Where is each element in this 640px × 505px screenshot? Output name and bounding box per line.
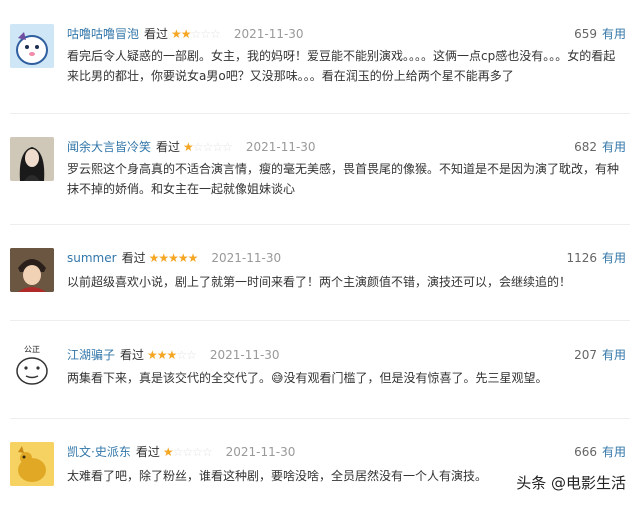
review-date: 2021-11-30 (225, 445, 296, 459)
divider (10, 113, 630, 114)
vote-count: 666 (574, 445, 597, 459)
divider (10, 320, 630, 321)
vote-count: 682 (574, 140, 597, 154)
useful-button[interactable]: 有用 (602, 445, 626, 459)
watermark: 头条 @电影生活 (516, 474, 626, 492)
review-meta: 江湖骗子 看过 ★★★☆☆ 2021-11-30 (67, 348, 280, 362)
useful-button[interactable]: 有用 (602, 27, 626, 41)
review-meta: summer 看过 ★★★★★ 2021-11-30 (67, 251, 281, 265)
useful-button[interactable]: 有用 (602, 251, 626, 265)
user-avatar[interactable] (10, 137, 54, 181)
useful-button[interactable]: 有用 (602, 140, 626, 154)
useful-button[interactable]: 有用 (602, 348, 626, 362)
stars-filled: ★★★ (147, 348, 177, 362)
watch-status: 看过 (135, 445, 160, 459)
star-rating: ★★★☆☆ (147, 348, 197, 362)
divider (10, 224, 630, 225)
divider (10, 418, 630, 419)
review-meta: 凯文·史派东 看过 ★☆☆☆☆ 2021-11-30 (67, 445, 295, 459)
review-text: 罗云熙这个身高真的不适合演言情，瘦的毫无美感，畏首畏尾的像猴。不知道是不是因为演… (67, 162, 620, 196)
review-text: 以前超级喜欢小说，剧上了就第一时间来看了！两个主演颜值不错，演技还可以，会继续追… (67, 275, 572, 289)
user-avatar[interactable]: 公正 (10, 343, 54, 387)
username-link[interactable]: 凯文·史派东 (67, 445, 131, 459)
star-rating: ★★★★★ (148, 251, 199, 265)
vote-count: 659 (574, 27, 597, 41)
review-date: 2021-11-30 (245, 140, 316, 154)
user-avatar[interactable] (10, 24, 54, 68)
stars-filled: ★★ (171, 27, 191, 41)
username-link[interactable]: summer (67, 251, 117, 265)
avatar-caption: 公正 (24, 345, 40, 354)
vote-area: 666 有用 (574, 445, 626, 459)
stars-empty: ☆☆☆ (190, 27, 221, 41)
vote-count: 1126 (566, 251, 597, 265)
vote-area: 659 有用 (574, 27, 626, 41)
star-rating: ★★☆☆☆ (171, 27, 221, 41)
review-text: 两集看下来，真是该交代的全交代了。😅没有观看门槛了，但是没有惊喜了。先三星观望。 (67, 371, 548, 385)
review-text: 看完后令人疑惑的一部剧。女主，我的妈呀！爱豆能不能别演戏。。。。这俩一点cp感也… (67, 49, 616, 83)
stars-filled: ★ (183, 140, 194, 154)
anime-character-avatar-icon (10, 248, 54, 292)
star-rating: ★☆☆☆☆ (162, 445, 213, 459)
username-link[interactable]: 咕噜咕噜冒泡 (67, 27, 139, 41)
review-meta: 咕噜咕噜冒泡 看过 ★★☆☆☆ 2021-11-30 (67, 27, 304, 41)
review-date: 2021-11-30 (211, 251, 282, 265)
stars-filled: ★ (162, 445, 174, 459)
star-rating: ★☆☆☆☆ (183, 140, 233, 154)
review-date: 2021-11-30 (209, 348, 280, 362)
cartoon-ghost-avatar-icon (10, 24, 54, 68)
vote-area: 207 有用 (574, 348, 626, 362)
stars-empty: ☆☆☆☆ (192, 140, 233, 154)
watch-status: 看过 (121, 251, 146, 265)
user-avatar[interactable] (10, 248, 54, 292)
stars-empty: ☆☆☆☆ (172, 445, 213, 459)
watch-status: 看过 (120, 348, 145, 362)
username-link[interactable]: 江湖骗子 (67, 348, 115, 362)
sketch-face-avatar-icon: 公正 (10, 343, 54, 387)
user-avatar[interactable] (10, 442, 54, 486)
watch-status: 看过 (156, 140, 181, 154)
woman-portrait-avatar-icon (10, 137, 54, 181)
vote-count: 207 (574, 348, 597, 362)
watch-status: 看过 (144, 27, 169, 41)
stars-empty: ☆☆ (176, 348, 196, 362)
review-date: 2021-11-30 (233, 27, 304, 41)
stars-filled: ★★★★★ (148, 251, 199, 265)
vote-area: 1126 有用 (566, 251, 626, 265)
username-link[interactable]: 闻余大言皆冷笑 (67, 140, 151, 154)
review-meta: 闻余大言皆冷笑 看过 ★☆☆☆☆ 2021-11-30 (67, 140, 316, 154)
vote-area: 682 有用 (574, 140, 626, 154)
golden-dog-avatar-icon (10, 442, 54, 486)
